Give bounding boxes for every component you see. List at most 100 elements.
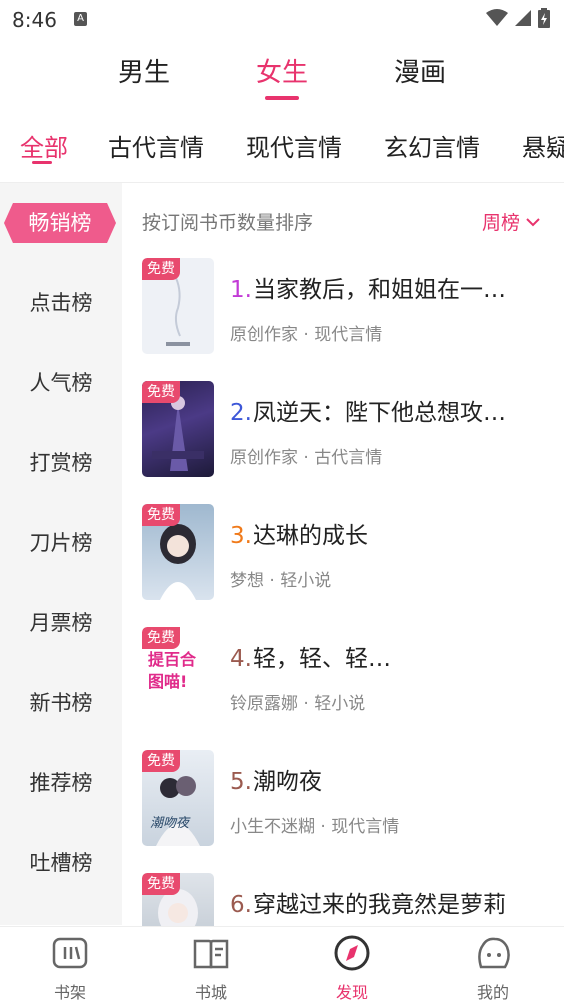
sidebar-item-bestseller[interactable]: 畅销榜 <box>4 203 116 243</box>
book-cover: 免费 <box>142 504 214 600</box>
sidebar-item-roast[interactable]: 吐槽榜 <box>0 843 122 883</box>
free-tag: 免费 <box>142 627 180 649</box>
book-meta: 原创作家 · 现代言情 <box>230 325 383 345</box>
book-title: 4.轻，轻、轻… <box>230 639 540 673</box>
rank-number: 1. <box>230 277 252 303</box>
book-item[interactable]: 免费 2.凤逆天：陛下他总想攻… 原创作家 · 古代言情 <box>142 381 552 477</box>
gender-tabs: 男生 女生 漫画 <box>0 52 564 102</box>
book-item[interactable]: 免费 6.穿越过来的我竟然是萝莉 <box>142 873 552 926</box>
nav-label: 发现 <box>335 983 368 1002</box>
status-bar: 8:46 A <box>0 0 564 40</box>
bookshelf-icon <box>52 937 88 969</box>
title-text: 轻，轻、轻… <box>252 646 391 672</box>
bottom-nav: 书架 书城 发现 我的 <box>0 926 564 1004</box>
battery-icon <box>538 8 550 28</box>
sidebar-item-recommended[interactable]: 推荐榜 <box>0 763 122 803</box>
sort-label: 按订阅书币数量排序 <box>142 212 314 234</box>
active-tab-indicator <box>265 96 299 100</box>
free-tag: 免费 <box>142 258 180 280</box>
tab-comics[interactable]: 漫画 <box>394 52 446 89</box>
ranking-sidebar: 畅销榜 点击榜 人气榜 打赏榜 刀片榜 月票榜 新书榜 推荐榜 吐槽榜 <box>0 183 122 925</box>
book-meta: 原创作家 · 古代言情 <box>230 448 383 468</box>
cover-title-art: 提百合图喵! <box>148 650 197 691</box>
title-text: 凤逆天：陛下他总想攻… <box>252 400 506 426</box>
rank-number: 3. <box>230 523 252 549</box>
book-cover: 免费 <box>142 381 214 477</box>
book-meta: 铃原露娜 · 轻小说 <box>230 694 366 714</box>
author: 原创作家 <box>230 325 298 345</box>
sidebar-item-monthly-votes[interactable]: 月票榜 <box>0 603 122 643</box>
book-meta: 梦想 · 轻小说 <box>230 571 332 591</box>
bookstore-icon <box>193 939 229 969</box>
sidebar-item-popularity[interactable]: 人气榜 <box>0 363 122 403</box>
author: 铃原露娜 <box>230 694 298 714</box>
title-text: 当家教后，和姐姐在一… <box>252 277 506 303</box>
book-list: 免费 1.当家教后，和姐姐在一… 原创作家 · 现代言情 免费 2.凤逆天：陛下… <box>142 258 552 926</box>
book-title: 1.当家教后，和姐姐在一… <box>230 270 540 304</box>
sidebar-item-clicks[interactable]: 点击榜 <box>0 283 122 323</box>
category-tab-ancient-romance[interactable]: 古代言情 <box>108 128 204 163</box>
nav-discover[interactable]: 发现 <box>302 933 402 1003</box>
free-tag: 免费 <box>142 873 180 895</box>
wifi-icon <box>486 9 508 26</box>
title-text: 潮吻夜 <box>252 769 322 795</box>
book-title: 5.潮吻夜 <box>230 762 540 796</box>
book-meta: 小生不迷糊 · 现代言情 <box>230 817 400 837</box>
book-item[interactable]: 免费 3.达琳的成长 梦想 · 轻小说 <box>142 504 552 600</box>
free-tag: 免费 <box>142 381 180 403</box>
tab-male[interactable]: 男生 <box>118 52 170 89</box>
book-title: 3.达琳的成长 <box>230 516 540 550</box>
category-tabs: 全部 古代言情 现代言情 玄幻言情 悬疑 <box>0 128 564 164</box>
rank-number: 2. <box>230 400 252 426</box>
genre: 现代言情 <box>331 817 400 837</box>
genre: 轻小说 <box>280 571 332 591</box>
profile-icon <box>478 937 510 969</box>
signal-icon <box>515 10 531 26</box>
rank-number: 5. <box>230 769 252 795</box>
genre: 古代言情 <box>314 448 383 468</box>
sidebar-item-blades[interactable]: 刀片榜 <box>0 523 122 563</box>
genre: 轻小说 <box>314 694 366 714</box>
category-tab-mystery[interactable]: 悬疑 <box>522 128 564 163</box>
period-label: 周榜 <box>481 212 520 234</box>
author: 小生不迷糊 <box>230 817 315 837</box>
genre: 现代言情 <box>314 325 383 345</box>
sidebar-item-new-books[interactable]: 新书榜 <box>0 683 122 723</box>
nav-bookstore[interactable]: 书城 <box>161 933 261 1003</box>
nav-bookshelf[interactable]: 书架 <box>20 933 120 1003</box>
book-title: 2.凤逆天：陛下他总想攻… <box>230 393 540 427</box>
sidebar-item-tips[interactable]: 打赏榜 <box>0 443 122 483</box>
notification-icon: A <box>74 12 87 26</box>
title-text: 穿越过来的我竟然是萝莉 <box>252 892 506 918</box>
sort-row: 按订阅书币数量排序 周榜 <box>142 204 552 236</box>
book-item[interactable]: 免费 1.当家教后，和姐姐在一… 原创作家 · 现代言情 <box>142 258 552 354</box>
book-item[interactable]: 提百合图喵! 免费 4.轻，轻、轻… 铃原露娜 · 轻小说 <box>142 627 552 723</box>
tab-female[interactable]: 女生 <box>256 52 308 89</box>
nav-profile[interactable]: 我的 <box>443 933 543 1003</box>
rank-number: 6. <box>230 892 252 918</box>
book-item[interactable]: 潮吻夜 免费 5.潮吻夜 小生不迷糊 · 现代言情 <box>142 750 552 846</box>
category-tab-fantasy-romance[interactable]: 玄幻言情 <box>384 128 480 163</box>
free-tag: 免费 <box>142 750 180 772</box>
chevron-down-icon <box>526 217 540 226</box>
nav-label: 我的 <box>476 983 509 1002</box>
book-cover: 免费 <box>142 873 214 926</box>
compass-icon <box>334 935 370 971</box>
nav-label: 书架 <box>53 983 86 1002</box>
period-dropdown[interactable]: 周榜 <box>482 208 540 235</box>
book-title: 6.穿越过来的我竟然是萝莉 <box>230 885 540 919</box>
category-tab-modern-romance[interactable]: 现代言情 <box>246 128 342 163</box>
title-text: 达琳的成长 <box>252 523 368 549</box>
author: 梦想 <box>230 571 264 591</box>
category-tab-all[interactable]: 全部 <box>20 128 68 163</box>
free-tag: 免费 <box>142 504 180 526</box>
rank-number: 4. <box>230 646 252 672</box>
cover-title-art: 潮吻夜 <box>150 816 190 831</box>
book-cover: 免费 <box>142 258 214 354</box>
author: 原创作家 <box>230 448 298 468</box>
book-cover: 提百合图喵! 免费 <box>142 627 214 723</box>
status-time: 8:46 <box>12 8 57 32</box>
book-cover: 潮吻夜 免费 <box>142 750 214 846</box>
nav-label: 书城 <box>194 983 227 1002</box>
category-active-indicator <box>32 161 52 164</box>
